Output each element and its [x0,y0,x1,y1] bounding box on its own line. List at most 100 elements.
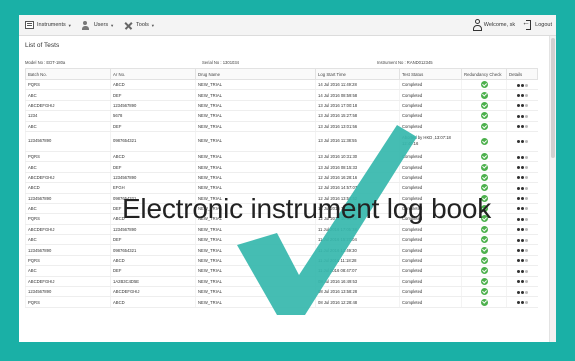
details-button[interactable] [506,296,538,308]
more-dots-icon [516,114,520,118]
model-number: Model No : EDT-180a [25,60,66,65]
menu-instruments[interactable]: Instruments ▼ [25,21,72,29]
menu-users[interactable]: Users ▼ [81,20,114,30]
cell-ar: DEF [110,265,196,277]
more-dots-icon [520,125,524,129]
cell-drug: NEW_TRIAL [195,110,316,122]
cell-time: 11 Jul 2016 15:27:04 [315,234,400,246]
details-button[interactable] [506,182,538,194]
cell-batch: ABCDEFGHIJ [25,172,111,184]
table-row[interactable]: ABCDEFGHIJ 1A2B3C4D5E NEW_TRIAL 08 Jul 2016… [25,276,538,288]
check-circle-icon [480,137,488,145]
table-row[interactable]: PQRS ABCD NEW_TRIAL 13 Jul 2016 10:31:30 Com… [25,151,538,163]
table-row[interactable]: 1234 5678 NEW_TRIAL 13 Jul 2016 15:27:58 Com… [25,110,538,122]
more-dots-icon [520,139,524,143]
table-row[interactable]: ABCDEFGHIJ 1234567890 NEW_TRIAL 13 Jul 2016… [25,100,538,112]
column-header: Details [506,68,538,80]
cell-status: Completed [399,151,462,163]
check-circle-icon [480,81,488,89]
more-dots-icon [520,301,524,304]
table-row[interactable]: PQRS ABCD NEW_TRIAL 08 Jul 2016 12:28:48 Com… [25,296,538,308]
details-button[interactable] [506,276,538,288]
table-row[interactable]: ABC DEF NEW_TRIAL 11 Jul 2016 15:27:04 Compl… [25,234,538,246]
details-button[interactable] [506,172,538,184]
more-dots-icon [520,290,524,294]
more-dots-icon [520,114,524,118]
cell-redundancy [461,276,507,288]
scrollbar-thumb[interactable] [551,38,555,158]
more-dots-icon [520,155,524,159]
more-dots-icon [516,249,520,253]
more-dots-icon [516,186,520,190]
cell-time: 13 Jul 2016 11:38:55 [315,131,400,152]
logout-icon[interactable] [522,18,532,30]
cell-time: 14 Jul 2016 11:49:28 [315,79,400,91]
details-button[interactable] [506,234,538,246]
menu-tools[interactable]: Tools ▼ [124,21,155,30]
check-circle-icon [480,122,488,130]
details-button[interactable] [506,286,538,298]
table-row[interactable]: ABC DEF NEW_TRIAL 11 Jul 2016 08:47:07 Compl… [25,265,538,277]
more-dots-icon [520,93,524,97]
cell-time: 14 Jul 2016 08:59:58 [315,89,400,101]
more-dots-icon [524,83,528,87]
cell-drug: NEW_TRIAL [195,161,316,173]
cell-drug: NEW_TRIAL [195,234,316,246]
more-dots-icon [516,259,520,263]
app-window: Instruments ▼ Users ▼ Tools ▼ Welcome, s… [19,15,556,342]
details-button[interactable] [506,100,538,112]
table-row[interactable]: ABCDEFGHIJ 1234567890 NEW_TRIAL 12 Jul 2016… [25,172,538,184]
details-button[interactable] [506,224,538,236]
table-row[interactable]: ABC DEF NEW_TRIAL 13 Jul 2016 13:01:56 Compl… [25,121,538,132]
more-dots-icon [516,104,520,108]
cell-status: Completed [399,286,462,298]
table-row[interactable]: ABCDEFGHIJ 1234567890 NEW_TRIAL 11 Jul 2016… [25,224,538,236]
cell-status: Completed [399,100,462,112]
details-button[interactable] [506,79,538,91]
cell-time: 11 Jul 2016 13:49:30 [315,244,400,256]
details-button[interactable] [506,244,538,256]
logout-link[interactable]: Logout [535,22,552,28]
vertical-scrollbar[interactable] [549,36,556,342]
cell-batch: PQRS [25,255,111,267]
table-row[interactable]: 1234567890 0987654321 NEW_TRIAL 11 Jul 2016… [25,244,538,256]
more-dots-icon [520,249,524,253]
details-button[interactable] [506,89,538,101]
cell-drug: NEW_TRIAL [195,244,316,256]
more-dots-icon [516,301,520,304]
table-row[interactable]: PQRS ABCD NEW_TRIAL 11 Jul 2016 11:18:28 Com… [25,255,538,267]
table-row[interactable]: ABC DEF NEW_TRIAL 13 Jul 2016 08:15:33 Compl… [25,161,538,173]
cell-redundancy [461,131,507,152]
cell-time: 11 Jul 2016 08:47:07 [315,265,400,277]
details-button[interactable] [506,265,538,277]
check-circle-icon [480,153,488,161]
details-button[interactable] [506,131,538,152]
instruments-icon [25,21,34,29]
cell-time: 13 Jul 2016 08:15:33 [315,161,400,173]
more-dots-icon [524,125,528,129]
serial-number: Serial No : 1301034 [202,60,240,65]
cell-batch: 1234567890 [25,131,111,152]
cell-redundancy [461,89,507,101]
more-dots-icon [524,139,528,143]
table-row[interactable]: PQRS ABCD NEW_TRIAL 14 Jul 2016 11:49:28 Com… [25,79,538,91]
table-row[interactable]: ABCD EFGH NEW_TRIAL 12 Jul 2016 14:57:07 Com… [25,182,538,194]
cell-batch: PQRS [25,79,111,91]
check-circle-icon [480,173,488,181]
cell-ar: 0987654321 [110,131,196,152]
details-button[interactable] [506,110,538,122]
table-row[interactable]: ABC DEF NEW_TRIAL 14 Jul 2016 08:59:58 Compl… [25,89,538,101]
table-row[interactable]: 1234567890 ABCDEFGHIJ NEW_TRIAL 08 Jul 2016… [25,286,538,298]
cell-drug: NEW_TRIAL [195,79,316,91]
more-dots-icon [524,301,528,304]
details-button[interactable] [506,161,538,173]
more-dots-icon [524,114,528,118]
cell-redundancy [461,234,507,246]
cell-drug: NEW_TRIAL [195,121,316,132]
details-button[interactable] [506,151,538,163]
table-row[interactable]: 1234567890 0987654321 NEW_TRIAL 13 Jul 2016… [25,131,538,152]
check-circle-icon [480,257,488,265]
more-dots-icon [516,155,520,159]
details-button[interactable] [506,255,538,267]
details-button[interactable] [506,121,538,132]
